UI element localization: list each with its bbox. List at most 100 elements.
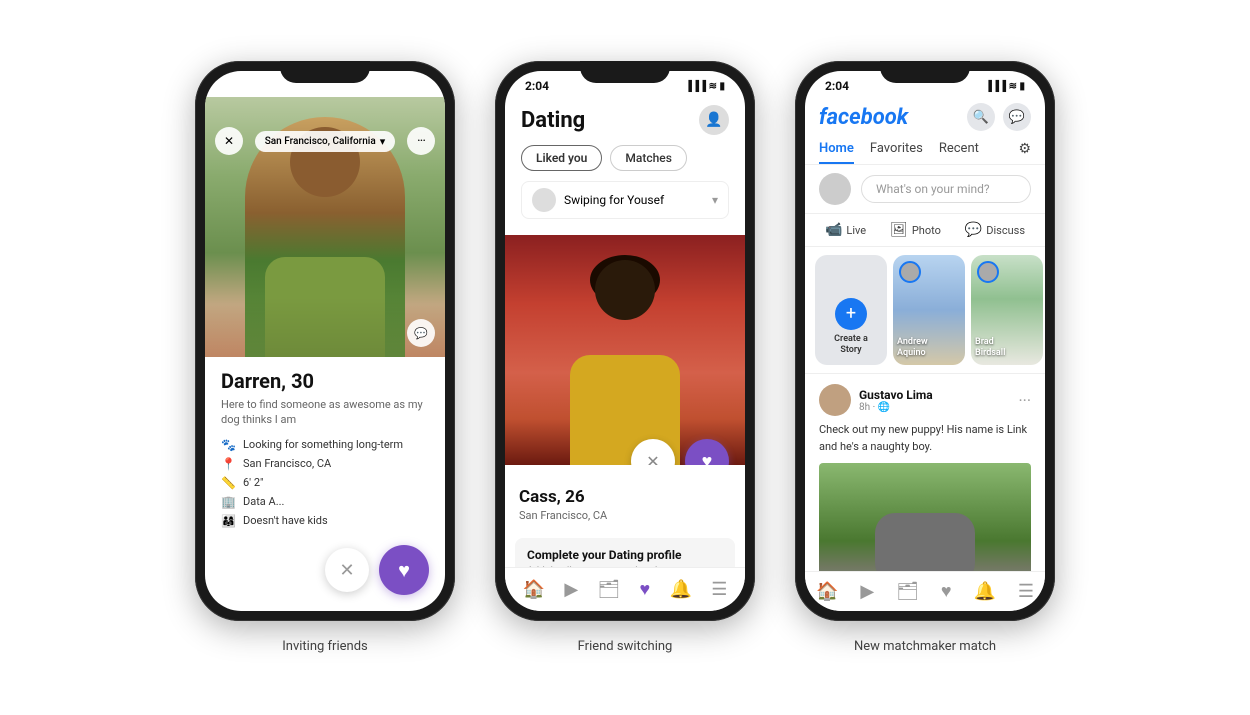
detail-work: 🏢 Data A... <box>221 495 429 509</box>
story-brad[interactable]: BradBirdsall <box>971 255 1043 365</box>
filter-icon[interactable]: ⚙ <box>1018 135 1031 164</box>
fb-nav-menu-icon[interactable]: ☰ <box>1018 581 1034 602</box>
card-actions: ✕ ♥ <box>631 439 729 465</box>
location-pill[interactable]: San Francisco, California ▾ <box>255 131 396 152</box>
phone2-container: 2:04 ▐▐▐ ≋ ▮ Dating 👤 Liked you <box>495 61 755 654</box>
phone2-signal-icons: ▐▐▐ ≋ ▮ <box>685 81 725 92</box>
messenger-button[interactable]: 💬 <box>1003 103 1031 131</box>
detail-relationship: 🐾 Looking for something long-term <box>221 438 429 452</box>
dating-tabs: Liked you Matches <box>521 145 729 171</box>
close-button[interactable]: ✕ <box>215 127 243 155</box>
live-label: Live <box>846 224 866 237</box>
profile-name: Darren, 30 <box>221 369 429 393</box>
create-story-card[interactable]: + Create aStory <box>815 255 887 365</box>
height-icon: 📏 <box>221 476 235 490</box>
card-person-location: San Francisco, CA <box>519 509 731 522</box>
relationship-icon: 🐾 <box>221 438 235 452</box>
matches-tab[interactable]: Matches <box>610 145 687 171</box>
phone3-screen: 2:04 ▐▐▐ ≋ ▮ facebook 🔍 💬 <box>805 71 1045 611</box>
phone3-label: New matchmaker match <box>854 639 996 654</box>
phone1: 2:04 ▐▐▐ ≋ ▮ ✕ <box>195 61 455 621</box>
card-dislike-icon: ✕ <box>646 452 659 466</box>
chat-icon: 💬 <box>414 327 428 340</box>
story-andrew-name: AndrewAquino <box>897 337 961 359</box>
fb-nav-heart-icon[interactable]: ♥ <box>941 581 952 602</box>
nav-home-icon[interactable]: 🏠 <box>523 579 545 600</box>
work-icon: 🏢 <box>221 495 235 509</box>
phone1-notch <box>280 61 370 83</box>
nav-dating-heart-icon[interactable]: ♥ <box>640 579 651 600</box>
liked-you-label: Liked you <box>536 151 587 165</box>
create-story-label: Create aStory <box>834 334 868 357</box>
fb-nav-tabs: Home Favorites Recent ⚙ <box>805 135 1045 165</box>
create-story-plus-icon: + <box>835 298 867 330</box>
kids-icon: 👨‍👩‍👧 <box>221 514 235 528</box>
phone1-label: Inviting friends <box>282 639 368 654</box>
user-avatar <box>819 173 851 205</box>
post-header: Gustavo Lima 8h · 🌐 ··· <box>819 384 1031 416</box>
post-author-avatar <box>819 384 851 416</box>
card-person <box>550 255 700 465</box>
phone2-time: 2:04 <box>525 79 549 93</box>
dislike-icon: ✕ <box>339 560 354 581</box>
swiping-label: Swiping for Yousef <box>564 193 664 207</box>
story-andrew-avatar <box>899 261 921 283</box>
detail-height: 📏 6' 2" <box>221 476 429 490</box>
status-input[interactable]: What's on your mind? <box>861 175 1031 203</box>
live-button[interactable]: 📹 Live <box>817 218 874 242</box>
phone1-container: 2:04 ▐▐▐ ≋ ▮ ✕ <box>195 61 455 654</box>
fb-tab-home[interactable]: Home <box>819 135 854 164</box>
profile-bio: Here to find someone as awesome as my do… <box>221 397 429 428</box>
fb-tab-favorites-label: Favorites <box>870 141 923 156</box>
photo-button[interactable]: 🖼 Photo <box>882 218 949 242</box>
card-person-name: Cass, 26 <box>519 487 731 507</box>
story-brad-avatar <box>977 261 999 283</box>
post-more-button[interactable]: ··· <box>1018 391 1031 410</box>
fb-nav-video-icon[interactable]: ▶ <box>860 581 874 602</box>
phone3-notch <box>880 61 970 83</box>
discuss-button[interactable]: 💬 Discuss <box>957 218 1033 242</box>
dating-bottom-nav: 🏠 ▶ 🗂 ♥ 🔔 ☰ <box>505 567 745 611</box>
relationship-text: Looking for something long-term <box>243 438 403 451</box>
post-author-name: Gustavo Lima <box>859 388 1010 402</box>
fb-nav-home-icon[interactable]: 🏠 <box>816 581 838 602</box>
chat-button[interactable]: 💬 <box>407 319 435 347</box>
story-andrew[interactable]: AndrewAquino <box>893 255 965 365</box>
fb-nav-marketplace-icon[interactable]: 🗂 <box>896 581 919 602</box>
profile-avatar-button[interactable]: 👤 <box>699 105 729 135</box>
phone3: 2:04 ▐▐▐ ≋ ▮ facebook 🔍 💬 <box>795 61 1055 621</box>
card-like-button[interactable]: ♥ <box>685 439 729 465</box>
height-text: 6' 2" <box>243 476 264 489</box>
search-button[interactable]: 🔍 <box>967 103 995 131</box>
nav-menu-icon[interactable]: ☰ <box>711 579 727 600</box>
fb-tab-favorites[interactable]: Favorites <box>870 135 923 164</box>
phone3-time: 2:04 <box>825 79 849 93</box>
dating-card-info: Cass, 26 San Francisco, CA <box>505 465 745 530</box>
fb-status-box: What's on your mind? <box>805 165 1045 214</box>
fb-nav-bell-icon[interactable]: 🔔 <box>974 581 996 602</box>
swipe-avatar <box>532 188 556 212</box>
dislike-button[interactable]: ✕ <box>325 548 369 592</box>
messenger-icon: 💬 <box>1009 110 1025 125</box>
nav-bell-icon[interactable]: 🔔 <box>670 579 692 600</box>
fb-header: facebook 🔍 💬 <box>805 97 1045 135</box>
card-head <box>595 260 655 320</box>
post-text: Check out my new puppy! His name is Link… <box>819 422 1031 455</box>
liked-you-tab[interactable]: Liked you <box>521 145 602 171</box>
nav-video-icon[interactable]: ▶ <box>564 579 578 600</box>
phone2-screen: 2:04 ▐▐▐ ≋ ▮ Dating 👤 Liked you <box>505 71 745 611</box>
search-icon: 🔍 <box>973 110 989 125</box>
fb-post: Gustavo Lima 8h · 🌐 ··· Check out my new… <box>805 374 1045 593</box>
dating-profile-card: ✕ ♥ <box>505 235 745 465</box>
photo-label: Photo <box>912 224 941 237</box>
swipe-selector[interactable]: Swiping for Yousef ▾ <box>521 181 729 219</box>
fb-tab-recent[interactable]: Recent <box>939 135 979 164</box>
like-button[interactable]: ♥ <box>379 545 429 595</box>
detail-location: 📍 San Francisco, CA <box>221 457 429 471</box>
phone1-screen: 2:04 ▐▐▐ ≋ ▮ ✕ <box>205 71 445 611</box>
card-dislike-button[interactable]: ✕ <box>631 439 675 465</box>
chevron-down-icon: ▾ <box>712 193 718 207</box>
more-button[interactable]: ··· <box>407 127 435 155</box>
photo-icon: 🖼 <box>890 222 908 238</box>
nav-marketplace-icon[interactable]: 🗂 <box>597 579 620 600</box>
